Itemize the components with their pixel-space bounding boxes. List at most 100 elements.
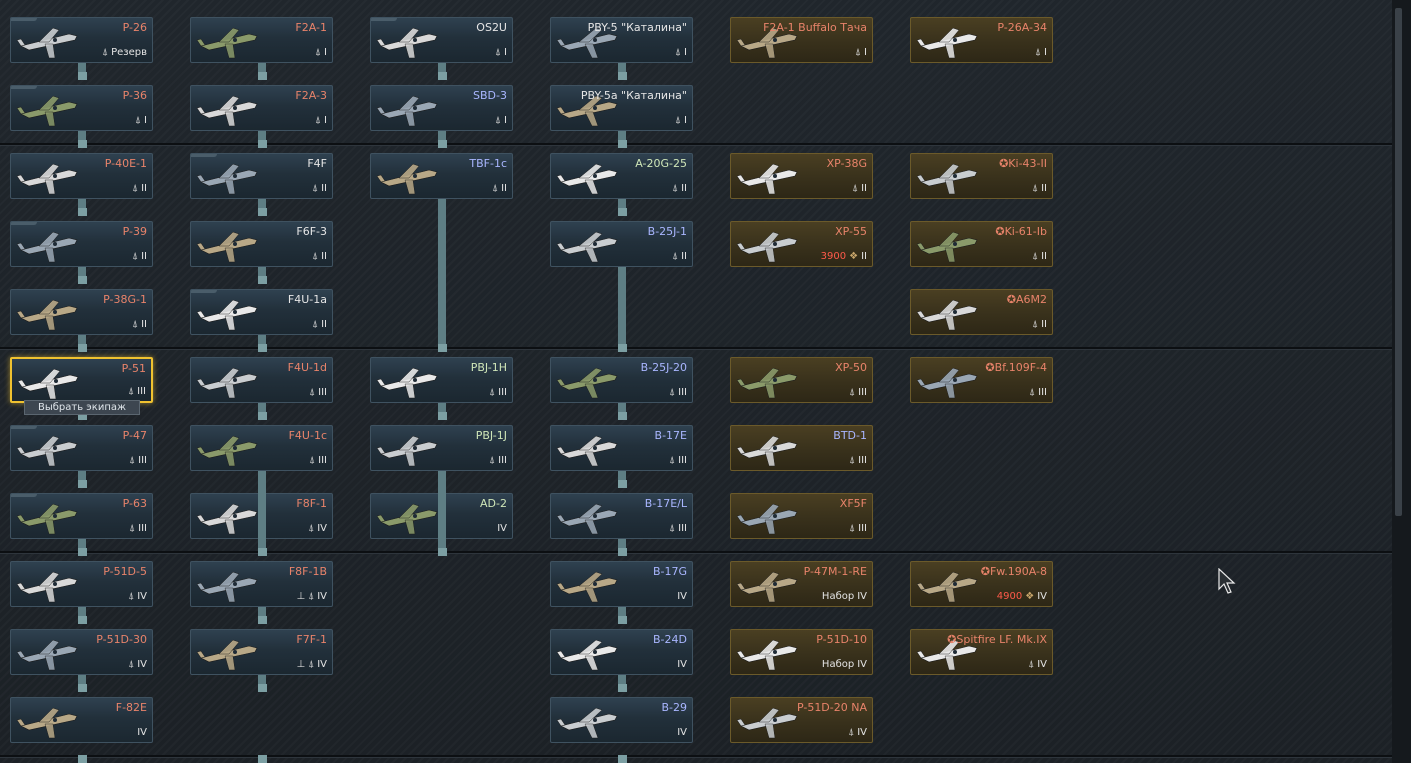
vehicle-card[interactable]: SBD-3 ⍋ I <box>370 85 513 131</box>
vehicle-card[interactable]: P-38G-1 ⍋ II <box>10 289 153 335</box>
vehicle-name: PBY-5 "Каталина" <box>588 21 687 34</box>
vehicle-card[interactable]: B-29 IV <box>550 697 693 743</box>
vehicle-card[interactable]: P-51D-10 Набор IV <box>730 629 873 675</box>
vehicle-name: P-40E-1 <box>105 157 147 170</box>
vehicle-status: ⍋ III <box>489 455 507 466</box>
vehicle-status: ⍋ III <box>309 387 327 398</box>
vehicle-status: IV <box>677 727 687 738</box>
rank-label: III <box>318 387 327 398</box>
vehicle-card[interactable]: ✪Fw.190A-8 4900 ❖ IV <box>910 561 1053 607</box>
vehicle-name: F2A-1 <box>295 21 327 34</box>
vehicle-card[interactable]: B-17E/L ⍋ III <box>550 493 693 539</box>
vehicle-substatus: Резерв <box>111 47 147 58</box>
vehicle-name: ✪Fw.190A-8 <box>981 565 1047 578</box>
vehicle-status: ⍋ I <box>495 47 507 58</box>
vehicle-card[interactable]: F4U-1c ⍋ III <box>190 425 333 471</box>
vehicle-card[interactable]: PBJ-1H ⍋ III <box>370 357 513 403</box>
vehicle-card[interactable]: P-26A-34 ⍋ I <box>910 17 1053 63</box>
vehicle-card[interactable]: F2A-1 Buffalo Тача ⍋ I <box>730 17 873 63</box>
vehicle-name: P-39 <box>123 225 147 238</box>
vehicle-card[interactable]: A-20G-25 ⍋ II <box>550 153 693 199</box>
tree-arrow-icon <box>258 616 267 624</box>
vehicle-card[interactable]: ✪Ki-61-Ib ⍋ II <box>910 221 1053 267</box>
vehicle-card[interactable]: F2A-3 ⍋ I <box>190 85 333 131</box>
spade-icon: ⍋ <box>849 387 856 398</box>
vehicle-card[interactable]: XP-38G ⍋ II <box>730 153 873 199</box>
rank-label: IV <box>857 659 867 670</box>
roundel-icon: ✪ <box>947 633 957 646</box>
vehicle-name-text: B-17G <box>652 565 687 578</box>
tree-arrow-icon <box>78 344 87 352</box>
vehicle-card[interactable]: B-25J-1 ⍋ II <box>550 221 693 267</box>
vehicle-name: ✪Bf.109F-4 <box>985 361 1047 374</box>
vehicle-card[interactable]: F8F-1B ⊥ ⍋ IV <box>190 561 333 607</box>
vehicle-card[interactable]: F4F ⍋ II <box>190 153 333 199</box>
vehicle-name: ✪A6M2 <box>1007 293 1047 306</box>
vehicle-card[interactable]: BTD-1 ⍋ III <box>730 425 873 471</box>
spade-icon: ⍋ <box>669 387 676 398</box>
aircraft-icon <box>376 435 438 467</box>
spade-icon: ⍋ <box>849 455 856 466</box>
tree-arrow-icon <box>618 72 627 80</box>
scrollbar-thumb[interactable] <box>1395 8 1402 516</box>
vehicle-name: B-24D <box>653 633 687 646</box>
vehicle-card[interactable]: B-17E ⍋ III <box>550 425 693 471</box>
roundel-icon: ✪ <box>995 225 1005 238</box>
rank-label: II <box>321 183 327 194</box>
vehicle-card[interactable]: P-36 ⍋ I <box>10 85 153 131</box>
folder-tab <box>11 18 37 21</box>
vehicle-card[interactable]: F2A-1 ⍋ I <box>190 17 333 63</box>
aircraft-icon <box>376 95 438 127</box>
vehicle-status: ⍋ I <box>675 47 687 58</box>
vehicle-card[interactable]: P-51D-5 ⍋ IV <box>10 561 153 607</box>
vehicle-card[interactable]: P-26 ⍋ Резерв <box>10 17 153 63</box>
aircraft-icon <box>736 435 798 467</box>
vehicle-name-text: F6F-3 <box>296 225 327 238</box>
vehicle-card[interactable]: P-39 ⍋ II <box>10 221 153 267</box>
spade-icon: ⍋ <box>848 727 855 738</box>
vehicle-name: F2A-1 Buffalo Тача <box>763 21 867 34</box>
vehicle-card[interactable]: P-51D-20 NA ⍋ IV <box>730 697 873 743</box>
vehicle-card[interactable]: B-17G IV <box>550 561 693 607</box>
crew-tooltip[interactable]: Выбрать экипаж <box>24 400 140 415</box>
vehicle-card[interactable]: F4U-1d ⍋ III <box>190 357 333 403</box>
vehicle-card[interactable]: F7F-1 ⊥ ⍋ IV <box>190 629 333 675</box>
rank-label: IV <box>857 727 867 738</box>
vehicle-card[interactable]: ✪A6M2 ⍋ II <box>910 289 1053 335</box>
vehicle-card[interactable]: PBY-5a "Каталина" ⍋ I <box>550 85 693 131</box>
vehicle-card[interactable]: P-51D-30 ⍋ IV <box>10 629 153 675</box>
vehicle-card[interactable]: ✪Spitfire LF. Mk.IX ⍋ IV <box>910 629 1053 675</box>
rank-label: II <box>321 319 327 330</box>
vehicle-card[interactable]: F6F-3 ⍋ II <box>190 221 333 267</box>
vehicle-card[interactable]: PBJ-1J ⍋ III <box>370 425 513 471</box>
vehicle-card[interactable]: F-82E IV <box>10 697 153 743</box>
vehicle-card[interactable]: F4U-1a ⍋ II <box>190 289 333 335</box>
vehicle-card[interactable]: P-47M-1-RE Набор IV <box>730 561 873 607</box>
vehicle-card[interactable]: XP-55 3900 ❖ II <box>730 221 873 267</box>
rank-label: II <box>141 183 147 194</box>
vehicle-card[interactable]: P-40E-1 ⍋ II <box>10 153 153 199</box>
aircraft-icon <box>16 503 78 535</box>
rank-label: III <box>498 387 507 398</box>
vehicle-status: ⍋ I <box>1035 47 1047 58</box>
vehicle-card[interactable]: P-47 ⍋ III <box>10 425 153 471</box>
folder-tab <box>11 426 37 429</box>
tree-arrow-icon <box>618 412 627 420</box>
vehicle-name-text: F2A-1 Buffalo Тача <box>763 21 867 34</box>
vehicle-name: ✪Spitfire LF. Mk.IX <box>947 633 1047 646</box>
vehicle-card[interactable]: TBF-1c ⍋ II <box>370 153 513 199</box>
vehicle-card[interactable]: ✪Ki-43-II ⍋ II <box>910 153 1053 199</box>
vehicle-card[interactable]: B-24D IV <box>550 629 693 675</box>
vehicle-card[interactable]: XP-50 ⍋ III <box>730 357 873 403</box>
folder-tab <box>11 86 37 89</box>
vehicle-card[interactable]: B-25J-20 ⍋ III <box>550 357 693 403</box>
vehicle-card[interactable]: XF5F ⍋ III <box>730 493 873 539</box>
vehicle-card[interactable]: OS2U ⍋ I <box>370 17 513 63</box>
rank-label: II <box>861 183 867 194</box>
spade-icon: ⍋ <box>672 183 679 194</box>
vehicle-card[interactable]: P-63 ⍋ III <box>10 493 153 539</box>
tree-arrow-icon <box>618 140 627 148</box>
vehicle-card[interactable]: PBY-5 "Каталина" ⍋ I <box>550 17 693 63</box>
vehicle-card[interactable]: ✪Bf.109F-4 ⍋ III <box>910 357 1053 403</box>
vehicle-card[interactable]: P-51 ⍋ III <box>10 357 153 403</box>
